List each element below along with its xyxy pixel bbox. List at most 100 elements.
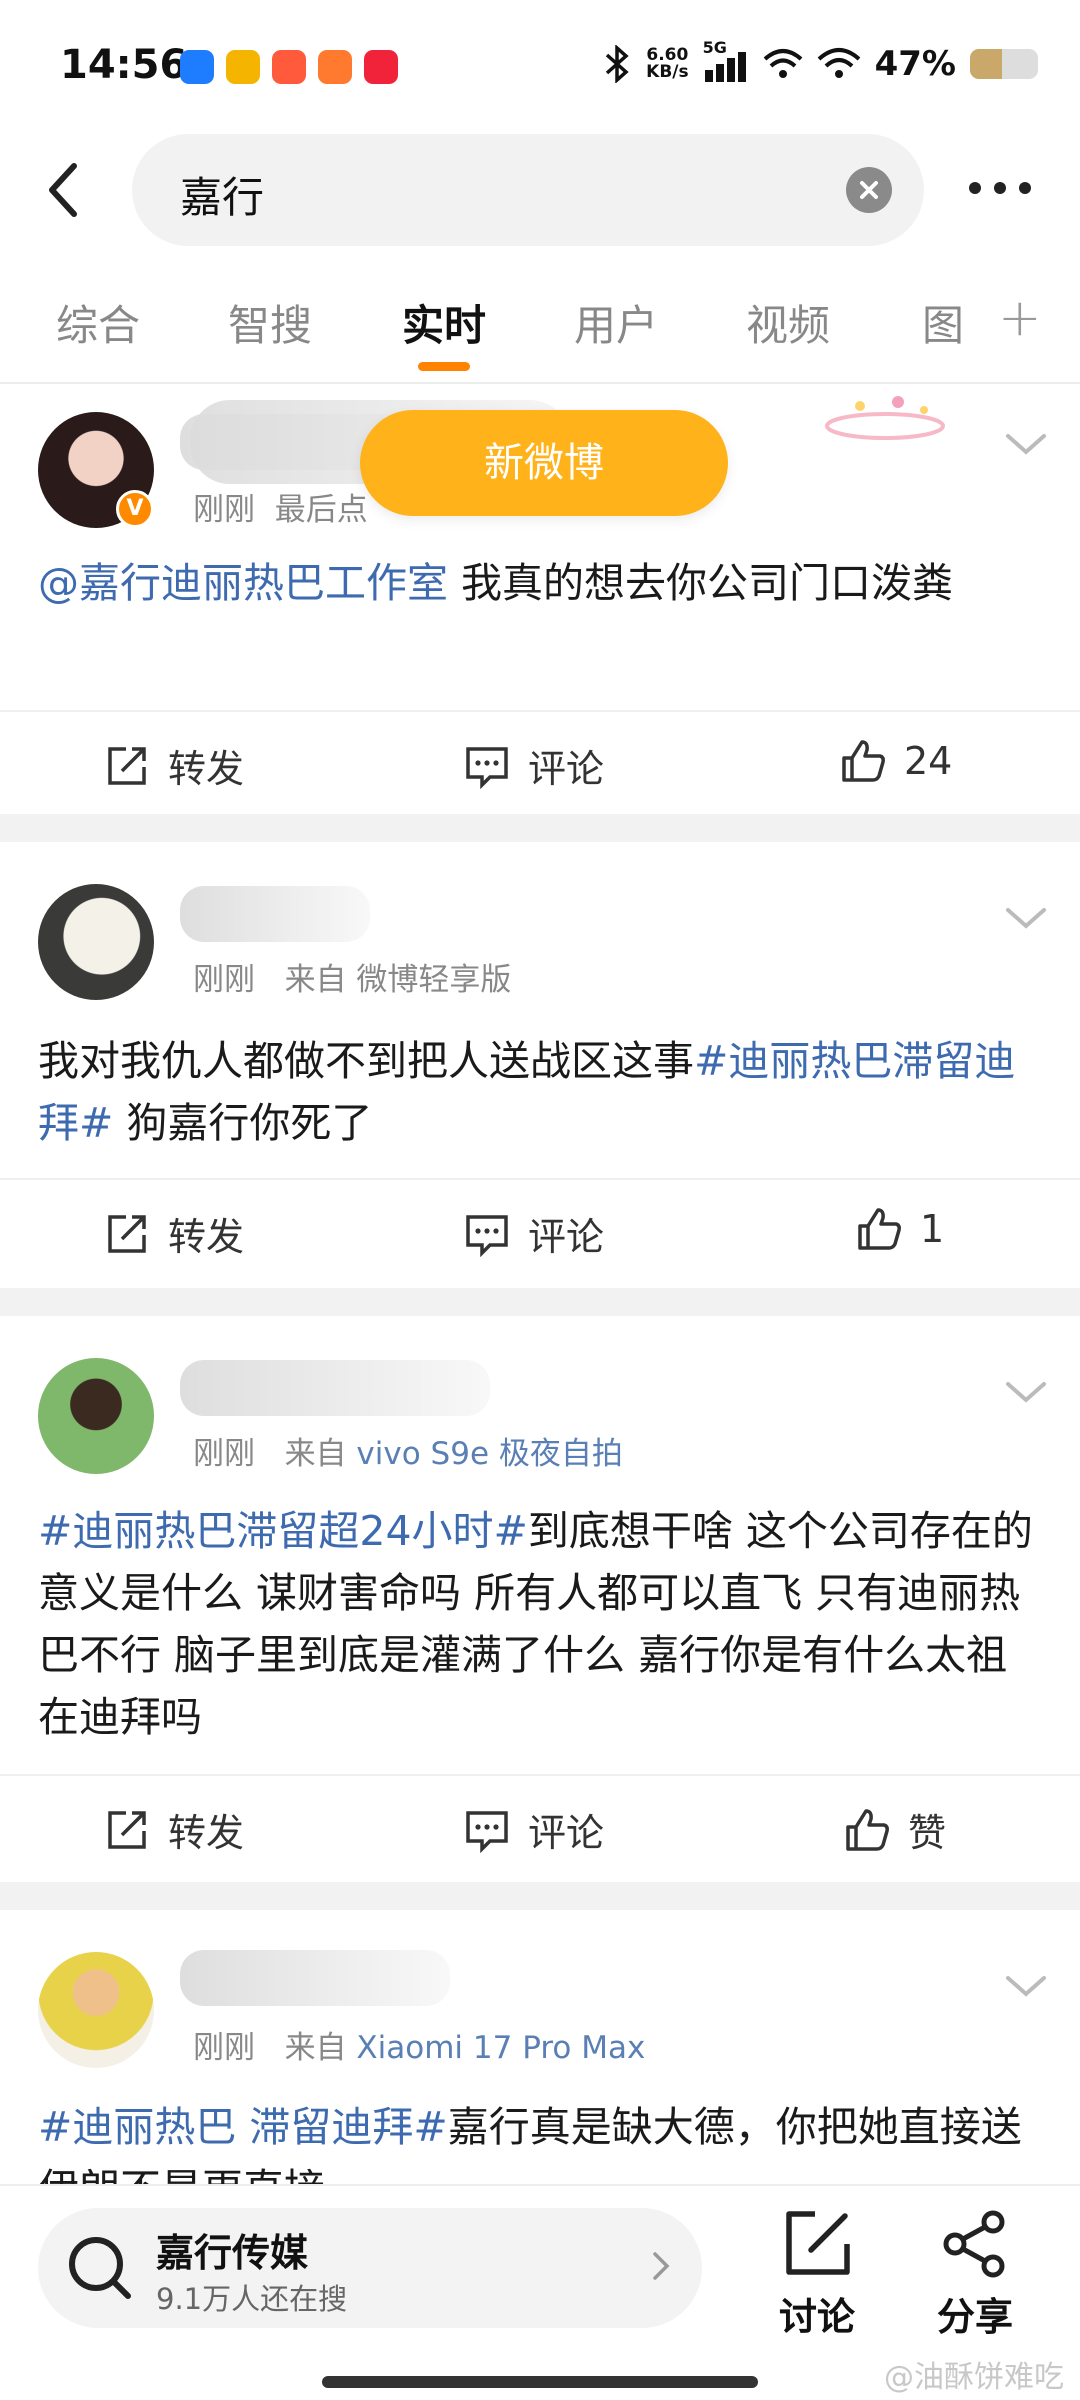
hot-search-count: 9.1万人还在搜	[156, 2282, 348, 2316]
search-icon	[69, 2237, 131, 2299]
post-meta: 刚刚 来自 vivo S9e 极夜自拍	[193, 1428, 623, 1473]
discuss-button[interactable]: 讨论	[762, 2208, 872, 2341]
post-actions: 转发 评论 24	[0, 710, 1080, 810]
tab-smart-search[interactable]: 智搜	[228, 292, 312, 353]
add-tab-icon[interactable]: +	[998, 288, 1042, 348]
repost-icon	[108, 1810, 146, 1849]
post-source-prefix: 来自	[284, 1436, 347, 1472]
post-source-prefix: 最后点	[274, 492, 368, 528]
post-source-device[interactable]: vivo S9e 极夜自拍	[356, 1436, 622, 1472]
post-card[interactable]: 刚刚 来自 Xiaomi 17 Pro Max #迪丽热巴 滞留迪拜#嘉行真是缺…	[0, 1910, 1080, 2184]
post-content: #迪丽热巴 滞留迪拜#嘉行真是缺大德，你把她直接送伊朗不是更直接	[38, 2096, 1048, 2184]
search-input[interactable]: 嘉行	[132, 134, 924, 246]
battery-level	[970, 49, 1002, 79]
username-blurred[interactable]	[180, 886, 370, 942]
comment-button[interactable]: 评论	[464, 738, 604, 793]
app-heart-icon	[364, 50, 398, 84]
post-source-prefix: 来自	[284, 962, 347, 998]
discuss-label: 讨论	[778, 2295, 855, 2339]
hot-search-title: 嘉行传媒	[156, 2231, 309, 2275]
hashtag-link[interactable]: #迪丽热巴 滞留迪拜#	[38, 2103, 448, 2151]
new-posts-toast[interactable]: 新微博	[360, 410, 728, 516]
username-blurred[interactable]	[180, 1360, 490, 1416]
status-right: 6.60 KB/s 5G 47%	[602, 38, 1038, 84]
like-button[interactable]: 24	[840, 738, 952, 784]
compose-icon	[786, 2211, 850, 2275]
chevron-down-icon[interactable]	[1002, 904, 1050, 932]
repost-label: 转发	[168, 1811, 245, 1855]
sparkle-decoration-icon	[825, 396, 945, 440]
repost-button[interactable]: 转发	[104, 1802, 244, 1857]
post-card[interactable]: 刚刚 来自 vivo S9e 极夜自拍 #迪丽热巴滞留超24小时#到底想干啥 这…	[0, 1316, 1080, 1882]
status-bar: 14:56 6.60 KB/s 5G 47%	[0, 0, 1080, 130]
share-button[interactable]: 分享	[920, 2208, 1030, 2341]
post-actions: 转发 评论 赞	[0, 1774, 1080, 1874]
wifi-icon	[763, 49, 802, 78]
thumbs-up-icon	[842, 740, 885, 782]
comment-button[interactable]: 评论	[464, 1206, 604, 1261]
repost-icon	[108, 1214, 146, 1253]
repost-label: 转发	[168, 1215, 245, 1259]
tab-comprehensive[interactable]: 综合	[56, 292, 140, 353]
post-text-after: 狗嘉行你死了	[113, 1099, 373, 1147]
comment-icon	[466, 1214, 508, 1257]
avatar[interactable]	[38, 1952, 154, 2068]
chevron-down-icon[interactable]	[1002, 430, 1050, 458]
post-text: 我对我仇人都做不到把人送战区这事	[38, 1037, 694, 1085]
post-meta: 刚刚 来自 Xiaomi 17 Pro Max	[193, 2022, 645, 2067]
mention-link[interactable]: @嘉行迪丽热巴工作室	[38, 559, 448, 607]
battery-icon	[970, 49, 1038, 79]
post-text: 我真的想去你公司门口泼粪	[448, 559, 954, 607]
network-speed: 6.60 KB/s	[646, 47, 688, 81]
avatar[interactable]	[38, 884, 154, 1000]
chevron-right-icon	[653, 2252, 670, 2280]
post-source-device[interactable]: Xiaomi 17 Pro Max	[356, 2030, 645, 2066]
post-separator	[0, 1288, 1080, 1316]
back-arrow-icon[interactable]	[30, 150, 100, 230]
comment-label: 评论	[528, 747, 605, 791]
avatar[interactable]	[38, 1358, 154, 1474]
tab-users[interactable]: 用户	[574, 292, 658, 353]
like-button[interactable]: 赞	[844, 1802, 946, 1857]
comment-button[interactable]: 评论	[464, 1802, 604, 1857]
watermark: @油酥饼难吃	[884, 2360, 1064, 2395]
clear-search-button[interactable]	[846, 167, 892, 213]
chevron-down-icon[interactable]	[1002, 1972, 1050, 2000]
hashtag-link[interactable]: #迪丽热巴滞留超24小时#	[38, 1507, 528, 1555]
comment-label: 评论	[528, 1215, 605, 1259]
post-card[interactable]: 刚刚 来自 微博轻享版 我对我仇人都做不到把人送战区这事#迪丽热巴滞留迪拜# 狗…	[0, 842, 1080, 1288]
post-content: 我对我仇人都做不到把人送战区这事#迪丽热巴滞留迪拜# 狗嘉行你死了	[38, 1030, 1048, 1154]
app-k-icon	[180, 50, 214, 84]
tab-videos[interactable]: 视频	[746, 292, 830, 353]
tab-realtime[interactable]: 实时	[402, 292, 486, 353]
repost-icon	[108, 746, 146, 785]
search-tabs: 综合 智搜 实时 用户 视频 图 +	[0, 280, 1080, 380]
post-time: 刚刚	[193, 1436, 255, 1472]
post-separator	[0, 1882, 1080, 1910]
post-time: 刚刚	[193, 2030, 255, 2066]
post-time: 刚刚	[193, 492, 255, 528]
post-meta: 刚刚 来自 微博轻享版	[193, 954, 511, 999]
hot-search-pill[interactable]: 嘉行传媒 9.1万人还在搜	[38, 2208, 702, 2328]
tab-images[interactable]: 图	[922, 292, 964, 353]
like-label: 赞	[908, 1811, 947, 1855]
username-blurred[interactable]	[180, 1950, 450, 2006]
verified-badge-icon: V	[116, 490, 154, 528]
signal-type: 5G	[702, 38, 727, 57]
like-button[interactable]: 1	[856, 1206, 944, 1252]
post-content: #迪丽热巴滞留超24小时#到底想干啥 这个公司存在的意义是什么 谋财害命吗 所有…	[38, 1500, 1048, 1748]
post-actions: 转发 评论 1	[0, 1178, 1080, 1278]
chevron-down-icon[interactable]	[1002, 1378, 1050, 1406]
comment-icon	[466, 746, 508, 789]
like-count: 1	[920, 1207, 945, 1251]
more-menu-icon[interactable]	[960, 168, 1040, 208]
home-indicator[interactable]	[322, 2376, 758, 2388]
weibo-icon	[226, 50, 260, 84]
battery-percent: 47%	[874, 44, 956, 84]
like-count: 24	[904, 739, 953, 783]
comment-icon	[466, 1810, 508, 1853]
repost-button[interactable]: 转发	[104, 738, 244, 793]
network-speed-unit: KB/s	[646, 62, 689, 82]
app-red-icon	[272, 50, 306, 84]
repost-button[interactable]: 转发	[104, 1206, 244, 1261]
